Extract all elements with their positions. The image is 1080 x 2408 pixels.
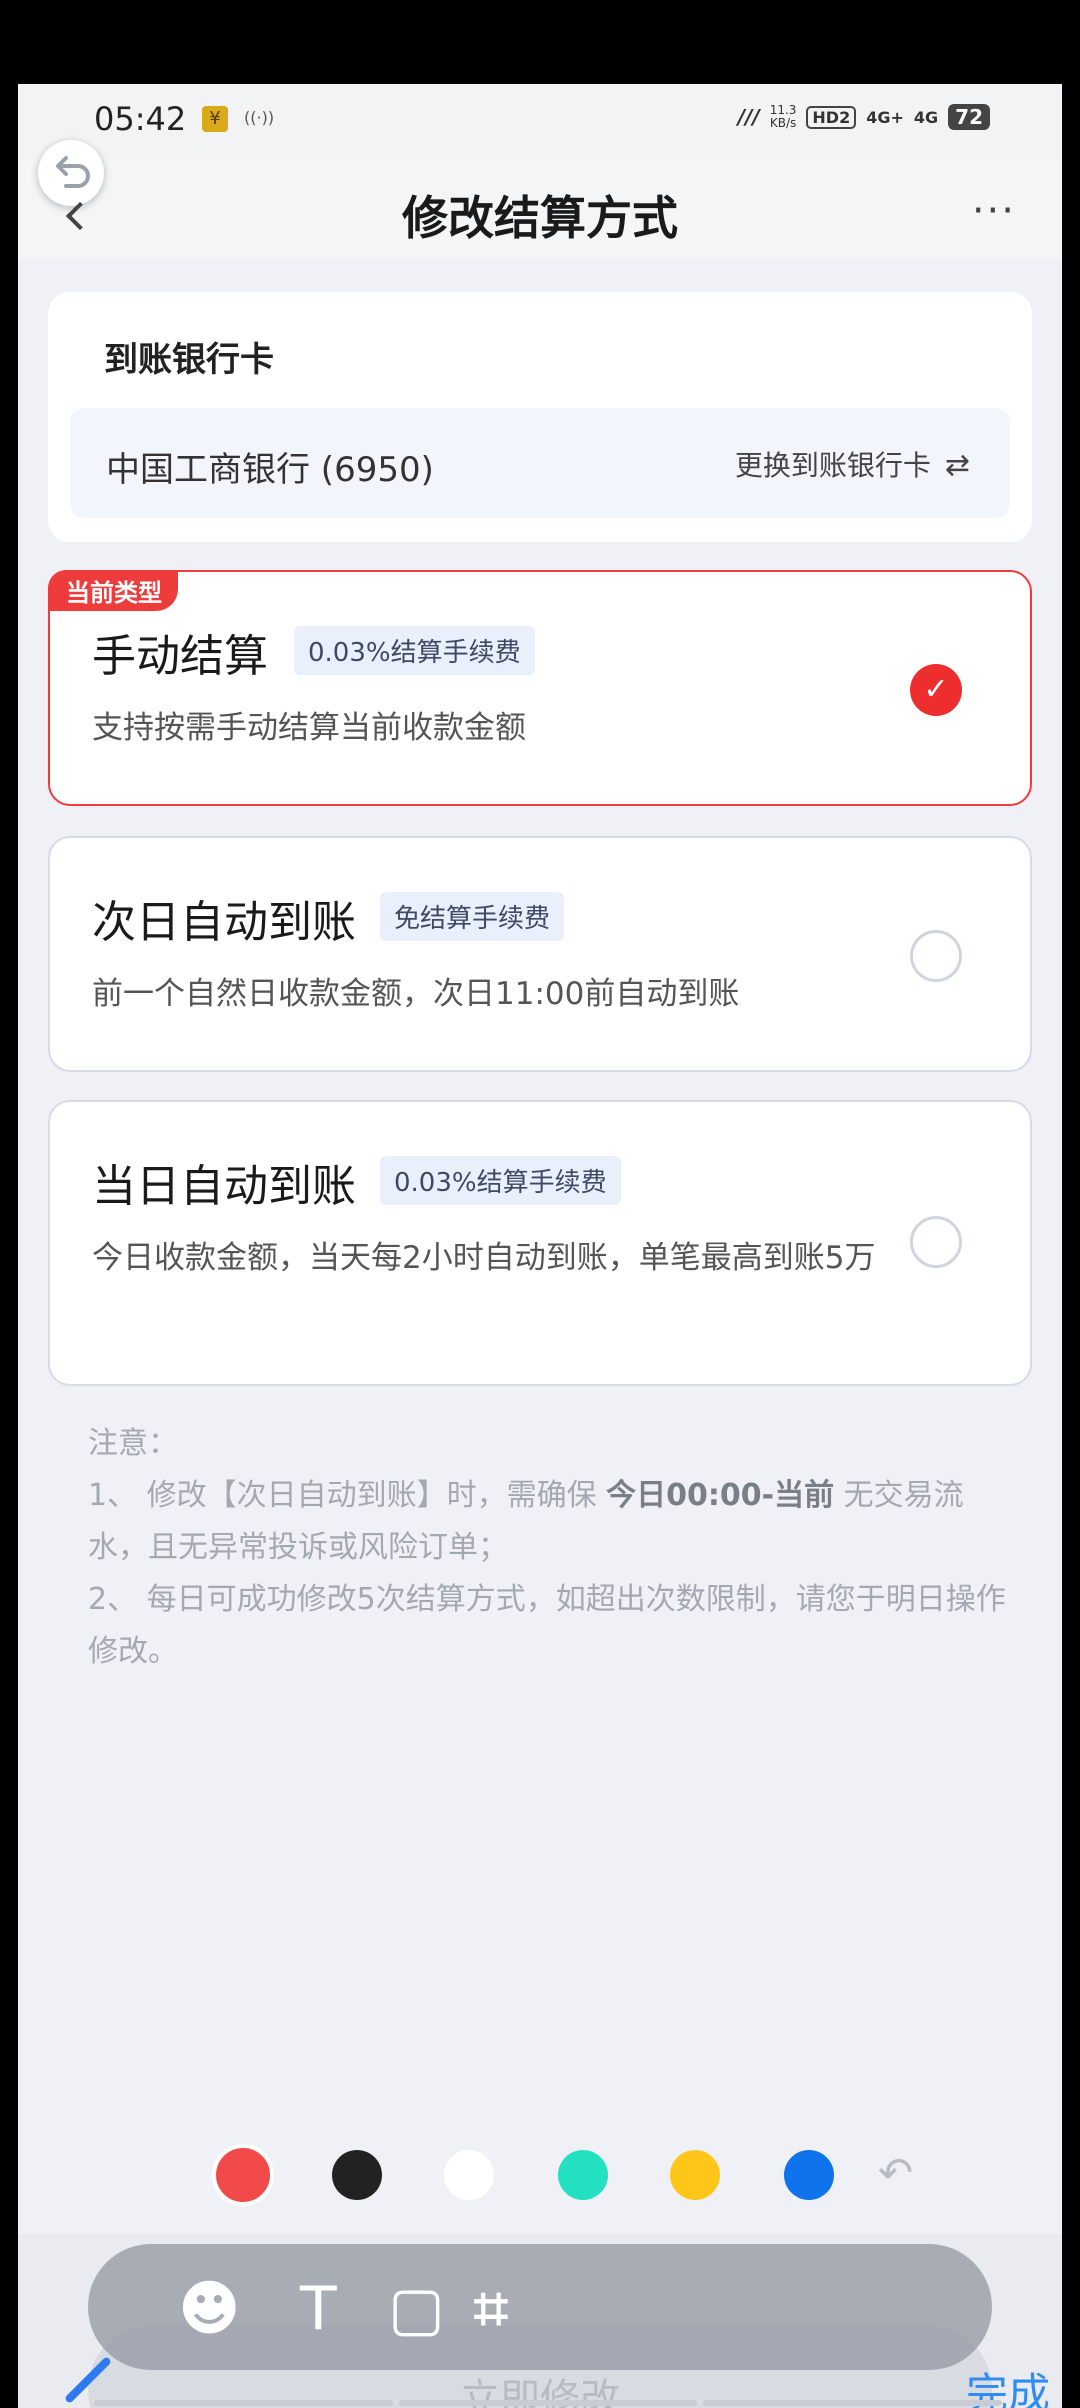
nav-bar: 修改结算方式 ···	[18, 140, 1062, 260]
bank-card-section: 到账银行卡 中国工商银行 (6950) 更换到账银行卡 ⇄	[48, 292, 1032, 542]
color-swatch-yellow[interactable]	[670, 2150, 720, 2200]
option-description: 今日收款金额，当天每2小时自动到账，单笔最高到账5万	[92, 1240, 876, 1276]
more-menu-icon[interactable]: ···	[972, 188, 1016, 234]
notice-item-1: 1、 修改【次日自动到账】时，需确保 今日00:00-当前 无交易流水，且无异常…	[88, 1478, 964, 1565]
option-title: 手动结算	[92, 631, 268, 682]
color-swatch-teal[interactable]	[558, 2150, 608, 2200]
gesture-bar	[94, 2400, 1003, 2406]
option-manual-settlement[interactable]: 当前类型 手动结算 0.03%结算手续费 支持按需手动结算当前收款金额 ✓	[48, 570, 1032, 806]
color-palette: ↶	[188, 2144, 913, 2214]
color-swatch-blue[interactable]	[784, 2150, 834, 2200]
fee-tag: 0.03%结算手续费	[294, 626, 535, 675]
status-bar: 05:42 ¥ ((·)) /// 11.3 KB/s HD2 4G+ 4G 7…	[18, 84, 1062, 160]
option-description: 支持按需手动结算当前收款金额	[92, 710, 526, 746]
status-indicators: /// 11.3 KB/s HD2 4G+ 4G 72	[738, 104, 990, 130]
notice-item-2: 2、 每日可成功修改5次结算方式，如超出次数限制，请您于明日操作修改。	[88, 1582, 1006, 1669]
page-title: 修改结算方式	[402, 191, 678, 245]
option-next-day-auto[interactable]: 次日自动到账 免结算手续费 前一个自然日收款金额，次日11:00前自动到账	[48, 836, 1032, 1072]
color-swatch-red[interactable]	[212, 2144, 274, 2206]
option-title: 当日自动到账	[92, 1161, 356, 1212]
hd-icon: HD2	[806, 105, 857, 129]
current-type-badge: 当前类型	[48, 570, 178, 611]
payment-notification-icon: ¥	[202, 106, 228, 132]
change-bank-card-label: 更换到账银行卡	[734, 449, 931, 482]
notice-text: 注意： 1、 修改【次日自动到账】时，需确保 今日00:00-当前 无交易流水，…	[88, 1418, 1008, 1678]
signal-4g-icon: 4G	[913, 107, 939, 127]
text-tool-icon[interactable]: T	[300, 2274, 337, 2344]
undo-icon[interactable]: ↶	[878, 2148, 913, 2197]
radio-unselected[interactable]	[910, 930, 962, 982]
nfc-icon: ((·))	[244, 108, 275, 127]
crop-icon[interactable]: ⌗	[474, 2274, 508, 2344]
radio-unselected[interactable]	[910, 1216, 962, 1268]
bank-name: 中国工商银行 (6950)	[106, 450, 434, 490]
swap-icon: ⇄	[944, 448, 970, 483]
markup-toolbar: ☻ T ▢ ⌗	[88, 2244, 992, 2370]
signal-4g-plus-icon: 4G+	[866, 107, 904, 127]
fee-tag: 免结算手续费	[380, 892, 565, 941]
emoji-icon[interactable]: ☻	[178, 2274, 241, 2344]
notice-heading: 注意：	[88, 1426, 178, 1461]
option-description: 前一个自然日收款金额，次日11:00前自动到账	[92, 976, 740, 1012]
battery-icon: 72	[948, 104, 990, 130]
option-title: 次日自动到账	[92, 897, 356, 948]
fee-tag: 0.03%结算手续费	[380, 1156, 621, 1205]
selected-check-icon[interactable]: ✓	[910, 664, 962, 716]
app-screen: 05:42 ¥ ((·)) /// 11.3 KB/s HD2 4G+ 4G 7…	[18, 84, 1062, 2408]
color-swatch-black[interactable]	[332, 2150, 382, 2200]
shape-tool-icon[interactable]: ▢	[388, 2274, 445, 2344]
bank-account-row: 中国工商银行 (6950) 更换到账银行卡 ⇄	[70, 408, 1010, 518]
wifi-icon: ///	[737, 105, 760, 129]
bank-section-title: 到账银行卡	[104, 340, 274, 380]
status-time: 05:42	[94, 100, 187, 138]
change-bank-card-link[interactable]: 更换到账银行卡 ⇄	[735, 444, 970, 484]
color-swatch-white[interactable]	[444, 2150, 494, 2200]
option-same-day-auto[interactable]: 当日自动到账 0.03%结算手续费 今日收款金额，当天每2小时自动到账，单笔最高…	[48, 1100, 1032, 1386]
net-speed: 11.3 KB/s	[769, 103, 797, 130]
